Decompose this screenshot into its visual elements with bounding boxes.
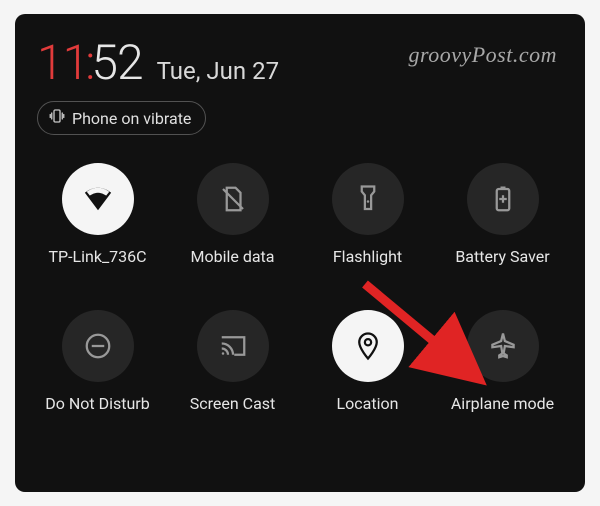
flashlight-icon <box>332 163 404 235</box>
tile-label: Mobile data <box>191 247 275 266</box>
tile-label: Battery Saver <box>455 247 549 266</box>
cast-icon <box>197 310 269 382</box>
tile-mobile-data[interactable]: Mobile data <box>172 163 293 266</box>
location-icon <box>332 310 404 382</box>
quick-tiles-grid: TP-Link_736C Mobile data Flashlight Batt… <box>37 163 563 413</box>
ringer-status-label: Phone on vibrate <box>72 109 191 128</box>
tile-label: Screen Cast <box>190 394 276 413</box>
tile-screen-cast[interactable]: Screen Cast <box>172 310 293 413</box>
airplane-icon <box>467 310 539 382</box>
clock-minute: 52 <box>91 34 142 91</box>
tile-label: Airplane mode <box>451 394 554 413</box>
tile-label: TP-Link_736C <box>48 247 146 266</box>
tile-flashlight[interactable]: Flashlight <box>307 163 428 266</box>
tile-label: Location <box>337 394 399 413</box>
ringer-status-chip[interactable]: Phone on vibrate <box>37 101 206 135</box>
tile-label: Flashlight <box>333 247 402 266</box>
wifi-icon <box>62 163 134 235</box>
no-sim-icon <box>197 163 269 235</box>
quick-settings-panel: groovyPost.com 11:52 Tue, Jun 27 Phone o… <box>15 14 585 492</box>
tile-wifi[interactable]: TP-Link_736C <box>37 163 158 266</box>
clock-hour: 11 <box>37 34 88 91</box>
dnd-icon <box>62 310 134 382</box>
date: Tue, Jun 27 <box>157 57 280 85</box>
tile-label: Do Not Disturb <box>45 394 149 413</box>
tile-location[interactable]: Location <box>307 310 428 413</box>
tile-airplane-mode[interactable]: Airplane mode <box>442 310 563 413</box>
tile-do-not-disturb[interactable]: Do Not Disturb <box>37 310 158 413</box>
clock: 11:52 <box>37 34 143 91</box>
watermark: groovyPost.com <box>408 42 557 68</box>
tile-battery-saver[interactable]: Battery Saver <box>442 163 563 266</box>
vibrate-icon <box>48 107 66 129</box>
battery-plus-icon <box>467 163 539 235</box>
